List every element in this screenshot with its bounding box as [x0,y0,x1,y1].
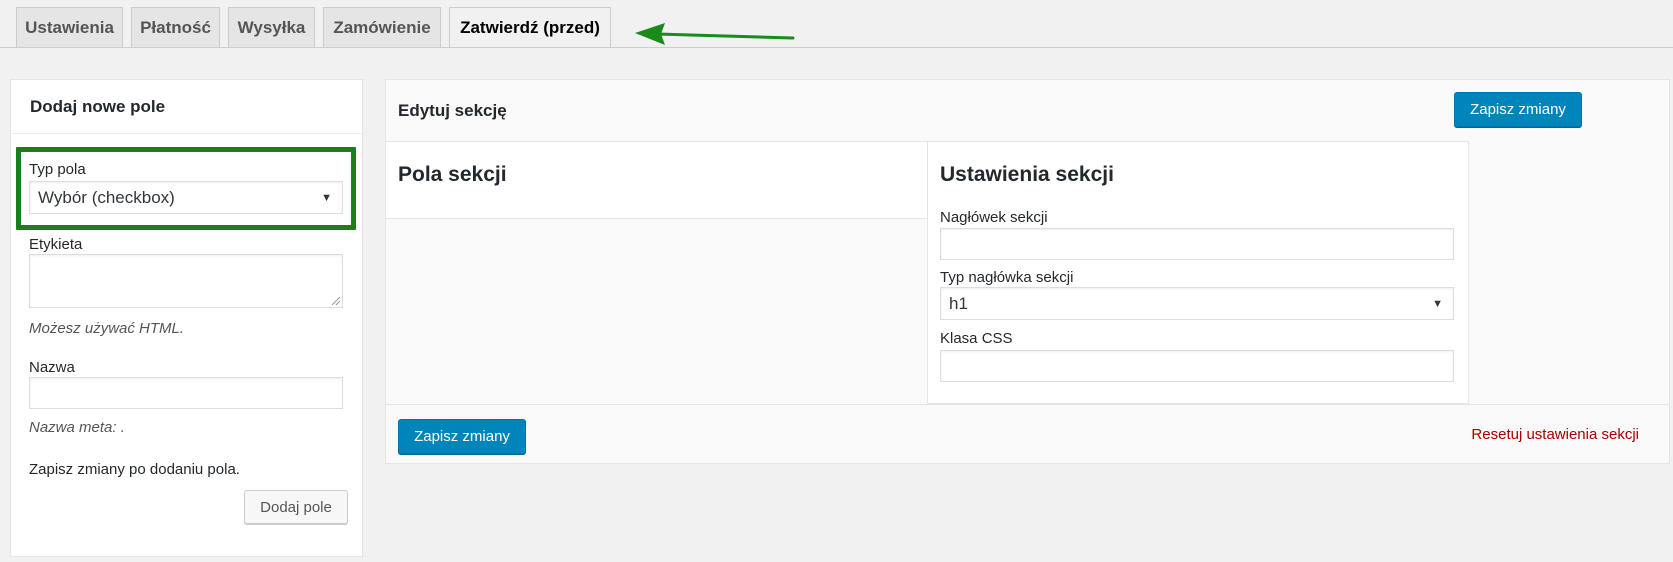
meta-name-hint: Nazwa meta: . [29,419,125,436]
tab-platnosc[interactable]: Płatność [131,7,220,47]
save-changes-button-top[interactable]: Zapisz zmiany [1454,92,1582,127]
save-changes-button-bottom[interactable]: Zapisz zmiany [398,419,526,454]
add-field-button[interactable]: Dodaj pole [244,490,348,524]
field-type-value: Wybór (checkbox) [38,187,175,207]
section-settings-column: Ustawienia sekcji Nagłówek sekcji Typ na… [927,141,1469,404]
tab-zatwierdz-przed[interactable]: Zatwierdź (przed) [449,7,611,48]
name-field-label: Nazwa [29,359,75,376]
name-input[interactable] [29,377,343,409]
html-hint: Możesz używać HTML. [29,320,185,337]
label-textarea[interactable] [29,254,343,308]
add-field-header: Dodaj nowe pole [11,80,362,134]
edit-section-panel: Edytuj sekcję Zapisz zmiany Pola sekcji … [385,79,1670,464]
add-field-panel: Dodaj nowe pole Typ pola Wybór (checkbox… [10,79,363,557]
chevron-down-icon: ▼ [1432,297,1443,310]
field-type-select[interactable]: Wybór (checkbox) ▼ [29,181,343,214]
edit-section-title: Edytuj sekcję [398,101,507,120]
label-field-label: Etykieta [29,236,83,253]
resize-handle-icon[interactable] [332,297,340,305]
section-heading-label: Nagłówek sekcji [940,209,1048,226]
heading-type-select[interactable]: h1 ▼ [940,287,1454,320]
heading-type-label: Typ nagłówka sekcji [940,269,1074,286]
footer-divider [386,404,1669,405]
section-settings-title: Ustawienia sekcji [940,163,1114,186]
field-type-label: Typ pola [29,161,86,178]
tab-wysylka[interactable]: Wysyłka [228,7,315,47]
section-heading-input[interactable] [940,228,1454,260]
css-class-input[interactable] [940,350,1454,382]
heading-type-value: h1 [949,293,968,313]
save-note: Zapisz zmiany po dodaniu pola. [29,461,240,478]
tab-zamowienie[interactable]: Zamówienie [323,7,441,47]
css-class-label: Klasa CSS [940,330,1013,347]
add-field-title: Dodaj nowe pole [30,97,166,116]
section-fields-title: Pola sekcji [398,163,507,186]
chevron-down-icon: ▼ [321,191,332,204]
section-fields-column: Pola sekcji [386,141,927,219]
tab-ustawienia[interactable]: Ustawienia [16,7,123,47]
reset-section-settings-link[interactable]: Resetuj ustawienia sekcji [1471,426,1639,443]
annotation-arrow-icon [635,23,795,45]
tabs-divider [0,47,1673,48]
